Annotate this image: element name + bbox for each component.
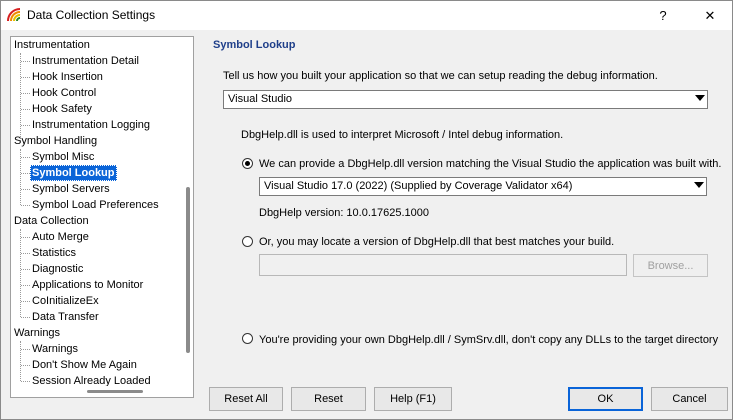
tree-item[interactable]: Symbol Lookup [30,165,117,181]
scrollbar-thumb[interactable] [87,390,143,393]
tree-connector [20,53,21,141]
question-icon: ? [659,8,667,23]
tree-item[interactable]: Data Transfer [32,309,99,325]
reset-all-button[interactable]: Reset All [209,387,283,411]
tree-connector [20,341,21,381]
tree-item[interactable]: Instrumentation Logging [32,117,150,133]
tree-item[interactable]: Hook Control [32,85,96,101]
tree-item[interactable]: Don't Show Me Again [32,357,137,373]
tree-connector [21,125,30,126]
tree-connector [21,189,30,190]
settings-tree[interactable]: Instrumentation Instrumentation Detail Hoo… [10,36,194,398]
tree-item[interactable]: Symbol Load Preferences [32,197,159,213]
dbghelp-version-text: DbgHelp version: 10.0.17625.1000 [259,207,430,219]
tree-connector [21,237,30,238]
tree-connector [21,269,30,270]
intro-text: Tell us how you built your application s… [223,70,658,82]
tree-item[interactable]: Symbol Servers [32,181,110,197]
close-button[interactable]: ✕ [687,1,733,30]
tree-connector [21,109,30,110]
dbghelp-info-text: DbgHelp.dll is used to interpret Microso… [241,129,564,141]
window-title: Data Collection Settings [27,8,156,22]
tree-category[interactable]: Instrumentation [14,37,90,53]
tree-item[interactable]: Hook Safety [32,101,92,117]
option-provide-dbghelp-radio[interactable] [242,158,253,169]
tree-item[interactable]: Diagnostic [32,261,83,277]
cancel-button[interactable]: Cancel [651,387,728,411]
vs-version-value: Visual Studio 17.0 (2022) (Supplied by C… [264,180,573,192]
reset-button[interactable]: Reset [291,387,366,411]
close-icon: ✕ [704,7,716,23]
option-locate-dbghelp-radio[interactable] [242,236,253,247]
tree-item[interactable]: Symbol Misc [32,149,94,165]
tree-item[interactable]: Hook Insertion [32,69,103,85]
tree-connector [21,157,30,158]
tree-item[interactable]: CoInitializeEx [32,293,99,309]
tree-item[interactable]: Instrumentation Detail [32,53,139,69]
tree-items: Instrumentation Instrumentation Detail Hoo… [11,37,183,386]
browse-button[interactable]: Browse... [633,254,708,277]
option-own-dbghelp-label[interactable]: You're providing your own DbgHelp.dll / … [259,334,718,346]
tree-connector [20,229,21,317]
tree-connector [21,381,30,382]
tree-connector [21,365,30,366]
app-logo-icon [6,7,22,23]
tree-connector [21,349,30,350]
tree-connector [21,301,30,302]
tree-item[interactable]: Statistics [32,245,76,261]
tree-vertical-scrollbar[interactable] [183,37,193,386]
tree-item[interactable]: Applications to Monitor [32,277,143,293]
dbghelp-path-input[interactable] [259,254,627,276]
scrollbar-thumb[interactable] [186,187,190,353]
ok-button[interactable]: OK [568,387,643,411]
title-bar: Data Collection Settings ? ✕ [1,1,732,30]
tree-connector [21,77,30,78]
tree-item[interactable]: Warnings [32,341,78,357]
help-button[interactable]: Help (F1) [374,387,452,411]
tree-category[interactable]: Data Collection [14,213,89,229]
tree-item[interactable]: Auto Merge [32,229,89,245]
tree-connector [21,317,30,318]
tree-connector [21,205,30,206]
tree-category[interactable]: Warnings [14,325,60,341]
tree-connector [21,253,30,254]
option-locate-dbghelp-label[interactable]: Or, you may locate a version of DbgHelp.… [259,236,614,248]
tree-connector [21,285,30,286]
option-own-dbghelp-radio[interactable] [242,333,253,344]
settings-dialog: Data Collection Settings ? ✕ Instrumenta… [0,0,733,420]
dropdown-arrow-icon [695,95,705,101]
tree-connector [21,173,30,174]
dropdown-arrow-icon [694,182,704,188]
tree-connector [21,93,30,94]
build-tool-value: Visual Studio [228,93,293,105]
tree-category[interactable]: Symbol Handling [14,133,97,149]
tree-item[interactable]: Session Already Loaded [32,373,151,386]
tree-horizontal-scrollbar[interactable] [11,386,193,397]
option-provide-dbghelp-label[interactable]: We can provide a DbgHelp.dll version mat… [259,158,721,170]
tree-connector [21,61,30,62]
panel-title: Symbol Lookup [213,39,296,51]
help-title-button[interactable]: ? [640,1,686,30]
build-tool-select[interactable]: Visual Studio [223,90,708,109]
vs-version-select[interactable]: Visual Studio 17.0 (2022) (Supplied by C… [259,177,707,196]
